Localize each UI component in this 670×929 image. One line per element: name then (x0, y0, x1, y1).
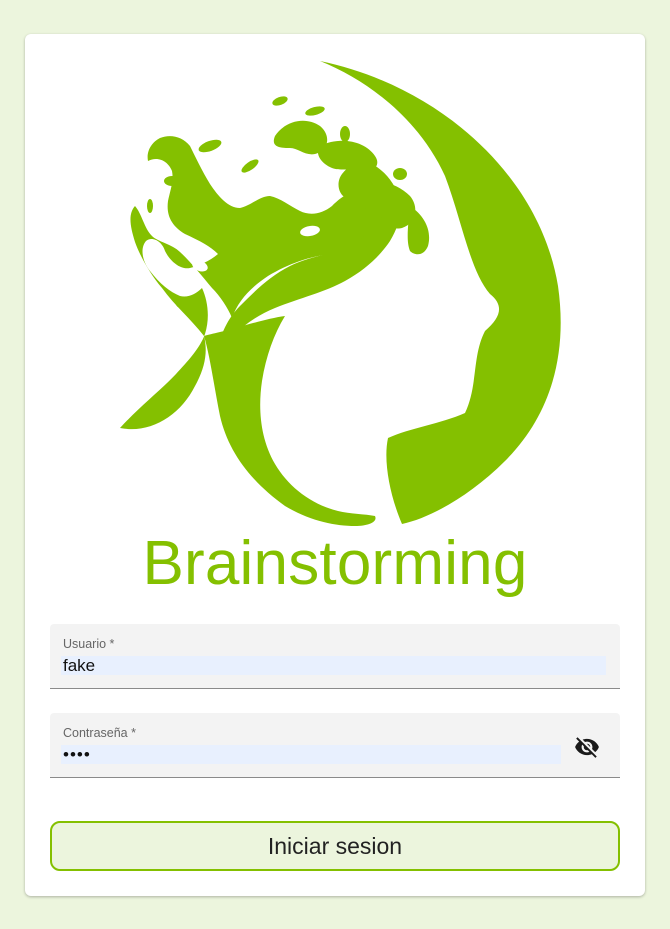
brain-tree-head-logo (120, 61, 561, 526)
password-field[interactable]: Contraseña * (50, 713, 620, 778)
eye-off-icon[interactable] (574, 734, 600, 760)
brand-title: Brainstorming (142, 529, 528, 598)
login-button[interactable]: Iniciar sesion (50, 821, 620, 871)
password-label: Contraseña * (63, 726, 136, 740)
username-field[interactable]: Usuario * (50, 624, 620, 689)
username-label: Usuario * (63, 637, 115, 651)
password-input[interactable] (61, 745, 561, 764)
login-card: Brainstorming Usuario * Contraseña * Ini… (25, 34, 645, 896)
username-input[interactable] (61, 656, 606, 675)
